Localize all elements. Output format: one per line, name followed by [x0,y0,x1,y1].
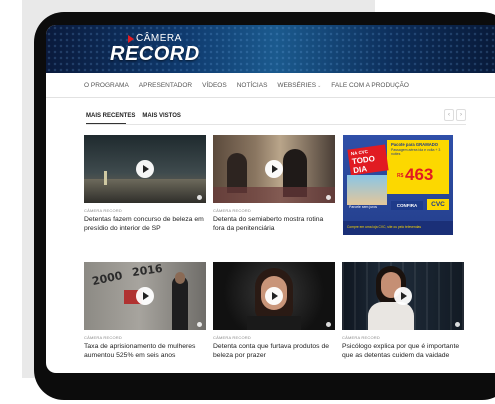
card-title[interactable]: Detentas fazem concurso de beleza em pre… [84,216,206,233]
camera-icon [197,195,202,200]
main-nav: O PROGRAMA APRESENTADOR VÍDEOS NOTÍCIAS … [84,78,409,92]
nav-divider [46,97,495,98]
nav-item-videos[interactable]: VÍDEOS [202,82,227,89]
play-icon[interactable] [265,160,283,178]
ad-currency: R$ [397,173,404,179]
content-tabs: MAIS RECENTES MAIS VISTOS [86,113,181,119]
card-category: CÂMERA RECORD [342,335,380,340]
ad-headline: Pacote para GRAMADO [391,142,439,147]
cvc-advertisement[interactable]: Pacote para GRAMADO Passagem aérea ida e… [343,135,453,235]
video-card[interactable]: CÂMERA RECORD Detentas fazem concurso de… [84,135,206,233]
card-category: CÂMERA RECORD [213,208,251,213]
nav-item-noticias[interactable]: NOTÍCIAS [237,82,268,89]
video-card[interactable]: 2000 2016 CÂMERA RECORD Taxa de aprision… [84,262,206,360]
next-page-button[interactable]: › [456,109,466,121]
play-icon[interactable] [136,287,154,305]
prev-page-button[interactable]: ‹ [444,109,454,121]
nav-item-fale-conosco[interactable]: FALE COM A PRODUÇÃO [331,82,409,89]
chevron-down-icon: ⌄ [317,82,322,89]
camera-icon [326,322,331,327]
play-icon[interactable] [265,287,283,305]
card-title[interactable]: Detenta do semiaberto mostra rotina fora… [213,216,335,233]
video-card[interactable]: CÂMERA RECORD Detenta conta que furtava … [213,262,335,360]
cvc-logo: CVC [427,199,449,210]
nav-item-programa[interactable]: O PROGRAMA [84,82,129,89]
camera-record-logo[interactable]: CÂMERA RECORD [110,31,200,67]
ad-installment: Parcele sem juros [349,205,378,209]
video-thumbnail[interactable] [213,135,335,203]
nav-item-apresentador[interactable]: APRESENTADOR [139,82,192,89]
camera-icon [326,195,331,200]
video-thumbnail[interactable]: 2000 2016 [84,262,206,330]
ad-subtitle: Passagem aérea ida e volta + 3 noites [391,148,441,156]
tabs-divider [86,124,466,125]
ad-footer: Compre em uma loja CVC, site ou pelo tel… [343,221,453,235]
card-category: CÂMERA RECORD [213,335,251,340]
video-card[interactable]: CÂMERA RECORD Detenta do semiaberto most… [213,135,335,233]
ad-price: 463 [405,165,434,184]
play-icon[interactable] [136,160,154,178]
video-card[interactable]: CÂMERA RECORD Psicólogo explica por que … [342,262,464,360]
video-thumbnail[interactable] [84,135,206,203]
header-banner: CÂMERA RECORD [46,25,495,73]
nav-item-webseries[interactable]: WEBSÉRIES⌄ [277,82,321,89]
video-thumbnail[interactable] [342,262,464,330]
camera-icon [197,322,202,327]
ad-scene-image [347,175,387,205]
ad-confira-button[interactable]: CONFIRA [391,201,423,210]
card-title[interactable]: Detenta conta que furtava produtos de be… [213,343,335,360]
video-thumbnail[interactable] [213,262,335,330]
tab-mais-vistos[interactable]: MAIS VISTOS [142,113,181,119]
tab-mais-recentes[interactable]: MAIS RECENTES [86,113,135,119]
card-category: CÂMERA RECORD [84,335,122,340]
camera-icon [455,322,460,327]
card-category: CÂMERA RECORD [84,208,122,213]
logo-main-text: RECORD [110,43,200,65]
card-title[interactable]: Psicólogo explica por que é importante q… [342,343,464,360]
play-icon[interactable] [394,287,412,305]
card-title[interactable]: Taxa de aprisionamento de mulheres aumen… [84,343,206,360]
tablet-screen: CÂMERA RECORD O PROGRAMA APRESENTADOR VÍ… [46,25,495,373]
play-triangle-icon [128,34,134,43]
ad-badge: NA CVC TODO DIA [347,144,389,176]
